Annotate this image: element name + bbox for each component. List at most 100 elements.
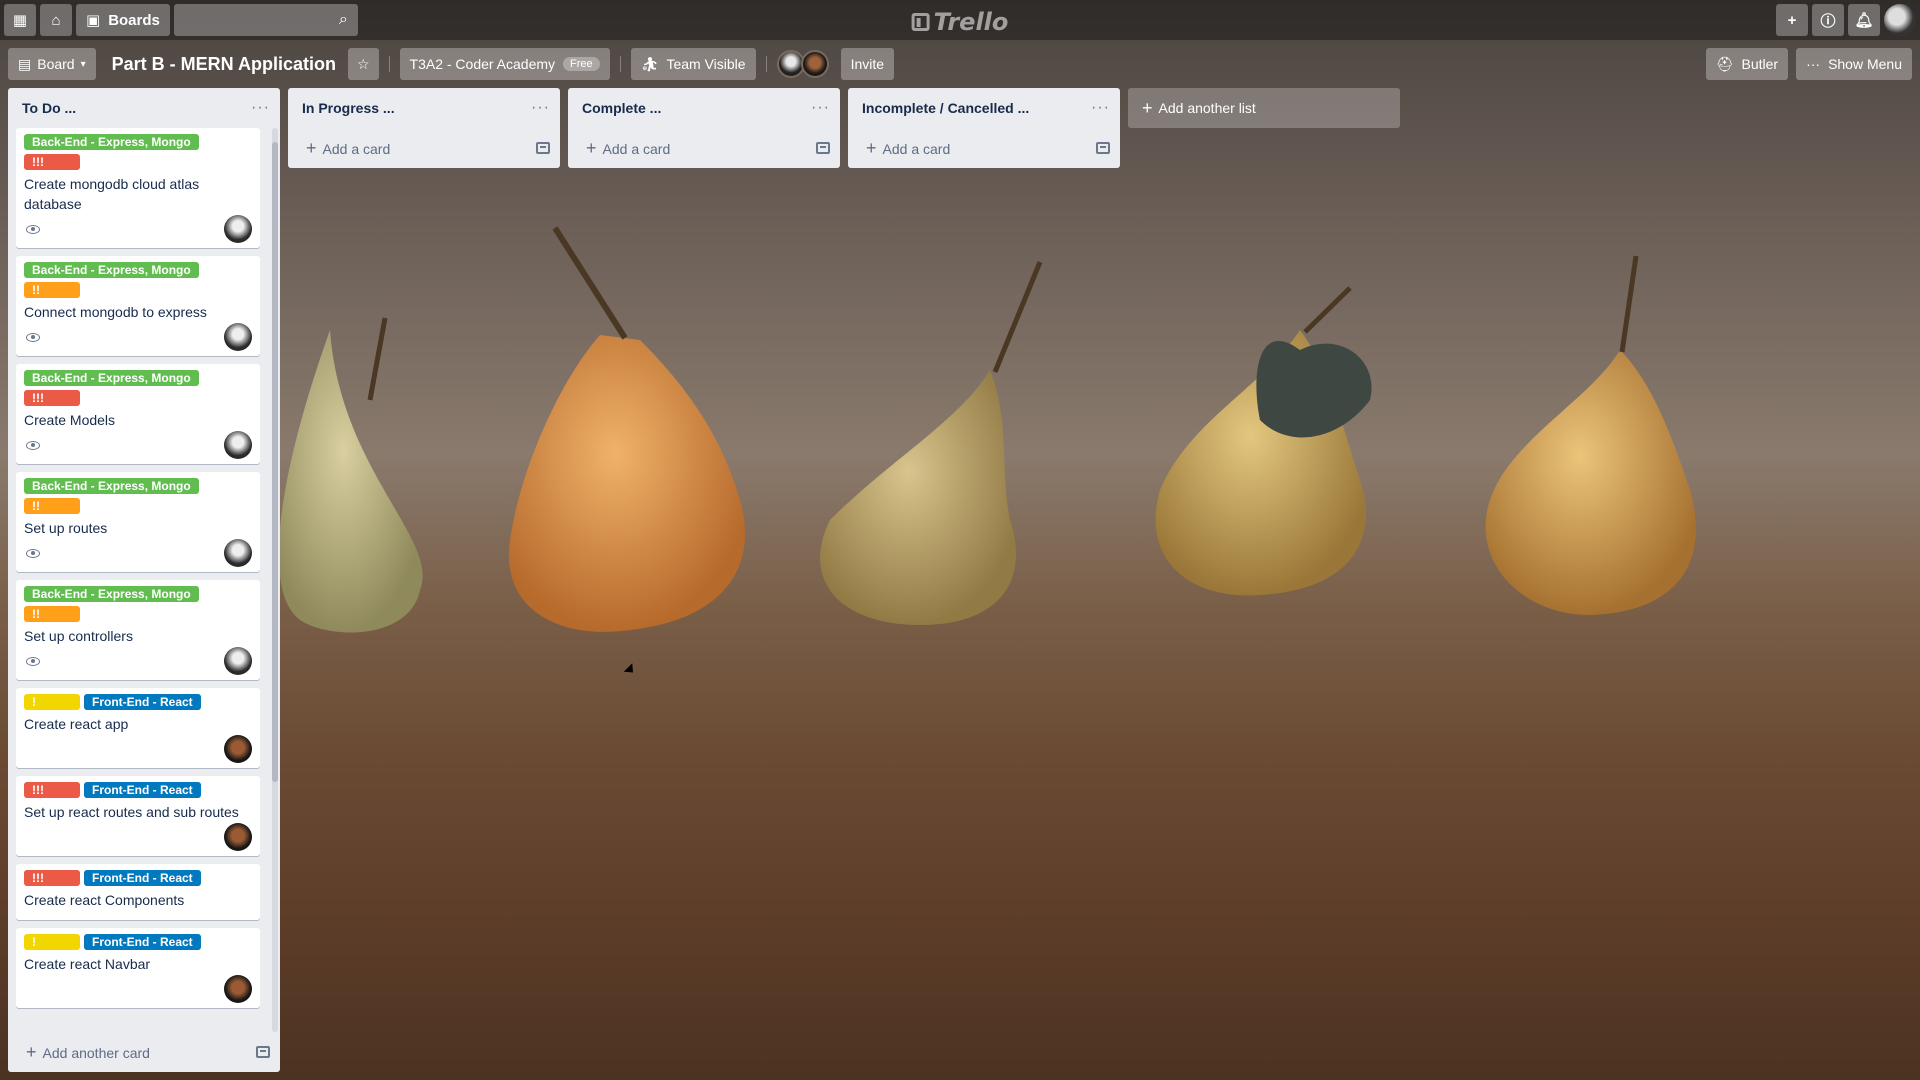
card-label[interactable]: Back-End - Express, Mongo bbox=[24, 134, 199, 150]
member-avatar[interactable] bbox=[800, 50, 829, 78]
card-label[interactable]: !! bbox=[24, 498, 80, 514]
card-title: Set up routes bbox=[24, 520, 108, 536]
card[interactable]: Back-End - Express, Mongo !! Set up rout… bbox=[16, 472, 260, 572]
card-label[interactable]: Front-End - React bbox=[84, 694, 201, 710]
card[interactable]: ! Front-End - React Create react Navbar bbox=[16, 928, 260, 1008]
divider bbox=[765, 56, 767, 72]
card-label[interactable]: Front-End - React bbox=[84, 934, 201, 950]
card[interactable]: Back-End - Express, Mongo !! Set up cont… bbox=[16, 580, 260, 680]
add-card-button[interactable]: + Add a card bbox=[866, 138, 950, 159]
list-title[interactable]: Incomplete / Cancelled ... bbox=[862, 100, 1029, 116]
list-title[interactable]: Complete ... bbox=[582, 100, 661, 116]
list-menu-icon[interactable]: ··· bbox=[251, 99, 270, 117]
card-label[interactable]: !! bbox=[24, 606, 80, 622]
list-footer: + Add a card bbox=[288, 128, 560, 168]
boards-button[interactable]: ▣ Boards bbox=[76, 4, 170, 36]
visibility-button[interactable]: ⛹︎ Team Visible bbox=[630, 48, 756, 80]
apps-grid-icon[interactable]: ▦ bbox=[4, 4, 36, 36]
board-title[interactable]: Part B - MERN Application bbox=[112, 54, 336, 75]
card-member-avatar[interactable] bbox=[224, 539, 252, 567]
butler-button[interactable]: ⛑︎ Butler bbox=[1705, 48, 1789, 80]
card-label[interactable]: Front-End - React bbox=[84, 870, 201, 886]
card-label[interactable]: Front-End - React bbox=[84, 782, 201, 798]
template-icon[interactable] bbox=[1096, 142, 1110, 154]
card-label[interactable]: Back-End - Express, Mongo bbox=[24, 586, 199, 602]
add-card-button[interactable]: + Add a card bbox=[586, 138, 670, 159]
add-card-button[interactable]: + Add another card bbox=[26, 1042, 150, 1063]
card[interactable]: Back-End - Express, Mongo !!! Create mon… bbox=[16, 128, 260, 248]
template-icon[interactable] bbox=[816, 142, 830, 154]
notifications-button[interactable]: 🔔︎ bbox=[1848, 4, 1880, 36]
card-member-avatar[interactable] bbox=[224, 215, 252, 243]
list-header[interactable]: Complete ... ··· bbox=[568, 88, 840, 128]
list-footer: + Add another card bbox=[8, 1032, 280, 1072]
card-label[interactable]: !!! bbox=[24, 782, 80, 798]
top-header: ▦ ⌂ ▣ Boards ⌕ Trello + ⓘ 🔔︎ bbox=[0, 0, 1920, 40]
card-title: Create react Navbar bbox=[24, 956, 151, 972]
card-member-avatar[interactable] bbox=[224, 735, 252, 763]
home-button[interactable]: ⌂ bbox=[40, 4, 72, 36]
team-button[interactable]: T3A2 - Coder Academy Free bbox=[399, 48, 610, 80]
card-member-avatar[interactable] bbox=[224, 975, 252, 1003]
list-in-progress: In Progress ... ··· + Add a card bbox=[288, 88, 560, 168]
board-members bbox=[776, 50, 829, 78]
add-list-button[interactable]: + Add another list bbox=[1128, 88, 1400, 128]
card-label[interactable]: Back-End - Express, Mongo bbox=[24, 478, 199, 494]
card-label[interactable]: ! bbox=[24, 694, 80, 710]
show-menu-button[interactable]: ··· Show Menu bbox=[1796, 48, 1912, 80]
card[interactable]: Back-End - Express, Mongo !! Connect mon… bbox=[16, 256, 260, 356]
star-button[interactable]: ☆ bbox=[347, 48, 379, 80]
list-menu-icon[interactable]: ··· bbox=[531, 99, 550, 117]
search-input[interactable]: ⌕ bbox=[173, 4, 358, 36]
list-menu-icon[interactable]: ··· bbox=[1091, 99, 1110, 117]
team-icon: ⛹︎ bbox=[640, 55, 659, 72]
card-badges bbox=[24, 974, 252, 1004]
invite-button[interactable]: Invite bbox=[840, 48, 895, 80]
list-title[interactable]: To Do ... bbox=[22, 100, 76, 116]
card-label[interactable]: Back-End - Express, Mongo bbox=[24, 262, 199, 278]
card-labels: ! Front-End - React bbox=[24, 694, 252, 714]
list-header[interactable]: Incomplete / Cancelled ... ··· bbox=[848, 88, 1120, 128]
card-badges bbox=[24, 646, 252, 676]
card-label[interactable]: !!! bbox=[24, 390, 80, 406]
plus-icon: + bbox=[1787, 11, 1797, 29]
card-label[interactable]: !!! bbox=[24, 154, 80, 170]
card[interactable]: Back-End - Express, Mongo !!! Create Mod… bbox=[16, 364, 260, 464]
board-view-switcher[interactable]: ▤ Board ▾ bbox=[8, 48, 96, 80]
card-member-avatar[interactable] bbox=[224, 647, 252, 675]
info-button[interactable]: ⓘ bbox=[1812, 4, 1844, 36]
card[interactable]: ! Front-End - React Create react app bbox=[16, 688, 260, 768]
add-card-label: Add another card bbox=[42, 1044, 150, 1061]
card-label[interactable]: !!! bbox=[24, 870, 80, 886]
card-label[interactable]: !! bbox=[24, 282, 80, 298]
card-member-avatar[interactable] bbox=[224, 431, 252, 459]
visibility-label: Team Visible bbox=[666, 56, 746, 72]
team-label: T3A2 - Coder Academy bbox=[409, 56, 556, 72]
list-menu-icon[interactable]: ··· bbox=[811, 99, 830, 117]
eye-icon bbox=[26, 332, 40, 342]
trello-logo-icon bbox=[911, 13, 930, 31]
create-button[interactable]: + bbox=[1776, 4, 1808, 36]
add-card-button[interactable]: + Add a card bbox=[306, 138, 390, 159]
header-actions: + ⓘ 🔔︎ bbox=[1772, 4, 1916, 36]
card[interactable]: !!! Front-End - React Set up react route… bbox=[16, 776, 260, 856]
home-icon: ⌂ bbox=[51, 11, 61, 29]
user-avatar[interactable] bbox=[1884, 4, 1916, 36]
card-label[interactable]: ! bbox=[24, 934, 80, 950]
card-labels: Back-End - Express, Mongo !! bbox=[24, 478, 252, 518]
trello-logo[interactable]: Trello bbox=[911, 8, 1008, 36]
template-icon[interactable] bbox=[256, 1046, 270, 1058]
template-icon[interactable] bbox=[536, 142, 550, 154]
board-view-label: Board bbox=[37, 56, 75, 72]
card-label[interactable]: Back-End - Express, Mongo bbox=[24, 370, 199, 386]
bell-icon: 🔔︎ bbox=[1854, 12, 1874, 29]
list-header[interactable]: In Progress ... ··· bbox=[288, 88, 560, 128]
list-title[interactable]: In Progress ... bbox=[302, 100, 395, 116]
plus-icon: + bbox=[1142, 97, 1153, 118]
card-badges bbox=[24, 430, 252, 460]
scrollbar-thumb[interactable] bbox=[272, 142, 278, 782]
card-member-avatar[interactable] bbox=[224, 823, 252, 851]
card-member-avatar[interactable] bbox=[224, 323, 252, 351]
list-header[interactable]: To Do ... ··· bbox=[8, 88, 280, 128]
card[interactable]: !!! Front-End - React Create react Compo… bbox=[16, 864, 260, 920]
